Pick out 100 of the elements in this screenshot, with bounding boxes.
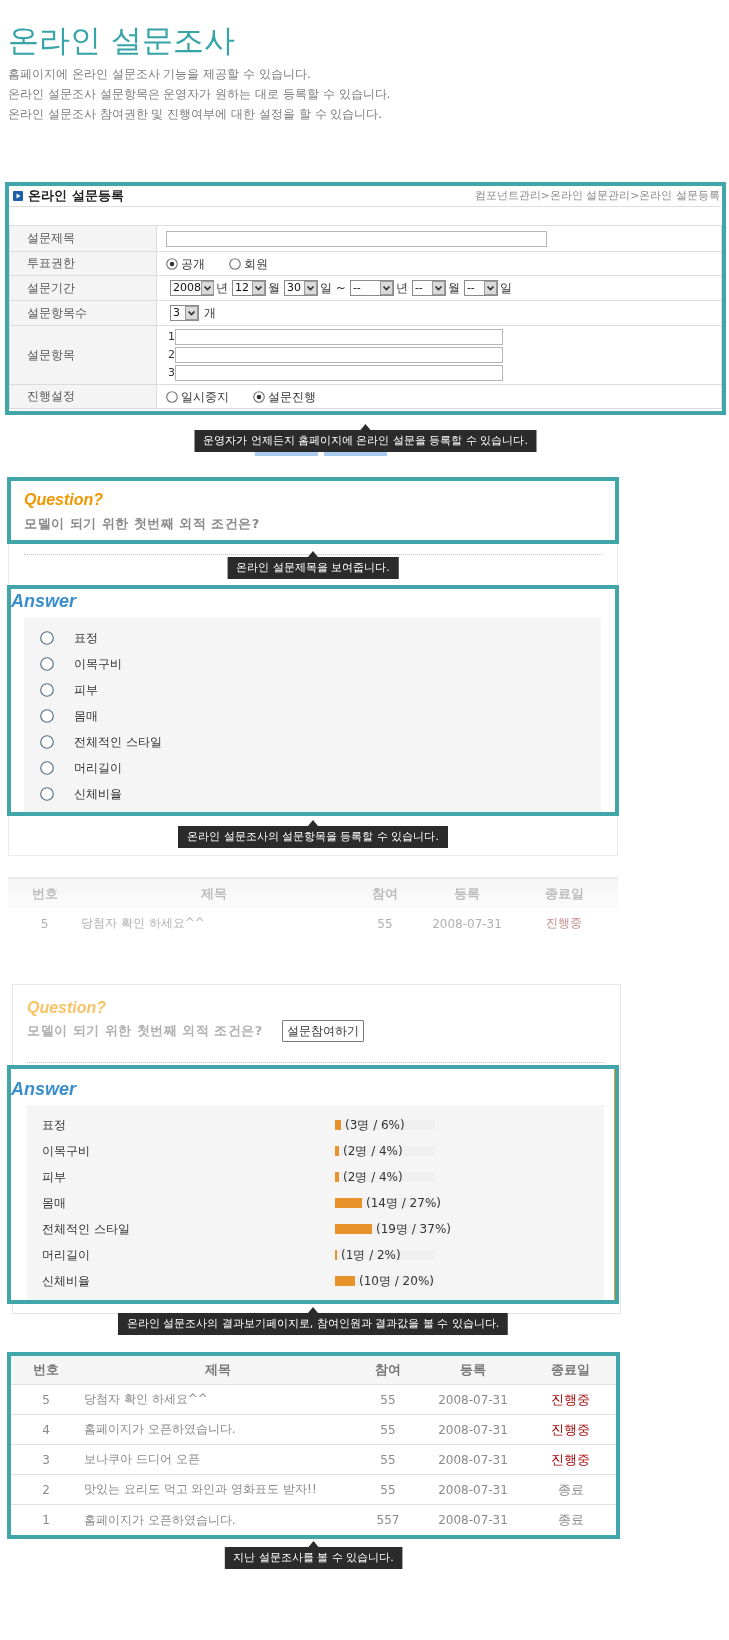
option-label: 표정: [74, 630, 98, 646]
tooltip: 온라인 설문조사의 설문항목을 등록할 수 있습니다.: [178, 820, 448, 848]
radio-button[interactable]: [40, 709, 54, 723]
table-cell-text: 4: [41, 1422, 51, 1437]
radio-button[interactable]: [40, 631, 54, 645]
chevron-down-icon: [304, 281, 317, 295]
column-header: 등록: [453, 884, 481, 903]
dropdown[interactable]: 30: [284, 280, 318, 296]
text-field[interactable]: [175, 329, 503, 345]
form-title: 온라인 설문등록: [28, 187, 124, 205]
option-label: 전체적인 스타일: [74, 734, 162, 750]
unit-label: 개: [204, 305, 216, 321]
table-cell-text: 2008-07-31: [437, 1392, 509, 1407]
option-label: 이목구비: [74, 656, 122, 672]
survey-title-link[interactable]: 맛있는 요리도 먹고 와인과 영화표도 받자!!: [81, 1481, 355, 1498]
result-count: (10명 / 20%): [359, 1272, 434, 1290]
table-cell-text: 2008-07-31: [437, 1482, 509, 1497]
unit-label: 월: [447, 280, 460, 296]
result-count: (3명 / 6%): [345, 1116, 405, 1134]
page-title: 온라인 설문조사: [8, 21, 236, 60]
table-cell-text: 2008-07-31: [437, 1422, 509, 1437]
result-label: 표정: [42, 1116, 67, 1134]
dropdown[interactable]: --: [349, 280, 394, 296]
option-label: 몸매: [74, 708, 98, 724]
field-label: 설문기간: [10, 276, 157, 300]
text-field[interactable]: [175, 347, 503, 363]
text-field[interactable]: [175, 365, 503, 381]
field-label: 설문항목수: [10, 301, 157, 325]
radio-button[interactable]: [40, 657, 54, 671]
survey-title-link[interactable]: 홈페이지가 오픈하였습니다.: [81, 1511, 355, 1529]
radio-button[interactable]: [253, 390, 265, 403]
survey-title-link[interactable]: 보나쿠아 드디어 오픈: [81, 1451, 355, 1468]
answer-heading: Answer: [11, 591, 78, 611]
option-label: 신체비율: [74, 786, 122, 802]
table-cell-text: 2008-07-31: [437, 1452, 509, 1467]
chevron-down-icon: [185, 306, 198, 320]
column-header: 등록: [459, 1361, 487, 1379]
option-label: 머리길이: [74, 760, 122, 776]
field-label: 진행설정: [10, 385, 157, 408]
radio-button[interactable]: [40, 683, 54, 697]
dropdown[interactable]: 12: [232, 280, 266, 296]
survey-title-link[interactable]: 홈페이지가 오픈하였습니다.: [81, 1421, 355, 1438]
radio-button[interactable]: [40, 787, 54, 801]
dropdown[interactable]: 2008: [170, 280, 214, 296]
chevron-down-icon: [252, 281, 265, 295]
question-text: 모델이 되기 위한 첫번째 외적 조건은?: [27, 1022, 263, 1040]
tooltip: 운영자가 언제든지 홈페이지에 온라인 설문을 등록할 수 있습니다.: [194, 424, 537, 452]
unit-label: 일 ~: [320, 280, 346, 296]
table-cell-text: 55: [379, 1392, 397, 1407]
table-cell-text: 55: [379, 1422, 397, 1437]
option-label: 일시중지: [181, 388, 229, 405]
tooltip: 온라인 설문조사의 결과보기페이지로, 참여인원과 결과값을 볼 수 있습니다.: [117, 1307, 509, 1335]
table-cell-text: 55: [379, 1452, 397, 1467]
radio-button[interactable]: [40, 761, 54, 775]
result-count: (2명 / 4%): [343, 1168, 403, 1186]
chevron-down-icon: [483, 281, 497, 295]
result-label: 전체적인 스타일: [42, 1220, 131, 1238]
column-header: 종료일: [543, 884, 585, 903]
column-header: 번호: [30, 884, 59, 903]
table-cell-text: 2: [41, 1482, 51, 1497]
status-text: 진행중: [550, 1390, 591, 1409]
table-cell-text: 557: [375, 1513, 401, 1527]
tooltip: 지난 설문조사를 볼 수 있습니다.: [224, 1541, 403, 1569]
unit-label: 년: [216, 280, 228, 296]
dropdown[interactable]: --: [411, 280, 446, 296]
table-cell-text: 5: [39, 916, 50, 931]
question-text: 모델이 되기 위한 첫번째 외적 조건은?: [24, 515, 261, 533]
unit-label: 년: [395, 280, 408, 296]
text-field[interactable]: [166, 230, 547, 247]
description-text: 홈페이지에 온라인 설문조사 기능을 제공할 수 있습니다.: [8, 66, 312, 83]
table-cell-text: 당첨자 확인 하세요^^: [81, 915, 206, 932]
join-survey-button[interactable]: 설문참여하기: [281, 1020, 364, 1042]
table-cell-text: 55: [376, 916, 394, 931]
chevron-down-icon: [431, 281, 445, 295]
chevron-down-icon: [201, 281, 214, 295]
result-label: 몸매: [42, 1194, 67, 1212]
radio-button[interactable]: [40, 735, 54, 749]
survey-title-link[interactable]: 당첨자 확인 하세요^^: [81, 1391, 355, 1408]
column-header: 참여: [371, 884, 399, 903]
item-number: 1: [168, 329, 175, 345]
chevron-down-icon: [379, 281, 393, 295]
option-label: 공개: [181, 255, 205, 272]
breadcrumb: 컴포넌트관리>온라인 설문관리>온라인 설문등록: [474, 188, 720, 204]
unit-label: 월: [268, 280, 280, 296]
radio-button[interactable]: [229, 257, 241, 270]
field-label: 설문항목: [10, 326, 157, 384]
result-label: 머리길이: [42, 1246, 91, 1264]
table-cell-text: 55: [379, 1482, 397, 1497]
triangle-bullet-icon: [13, 191, 23, 201]
table-cell-text: 3: [41, 1452, 51, 1467]
radio-button[interactable]: [166, 390, 178, 403]
result-label: 신체비율: [42, 1272, 91, 1290]
field-label: 설문제목: [10, 226, 157, 251]
description-text: 온라인 설문조사 참여권한 및 진행여부에 대한 설정을 할 수 있습니다.: [8, 106, 384, 123]
dropdown[interactable]: --: [463, 280, 498, 296]
field-label: 투표권한: [10, 252, 157, 275]
column-header: 제목: [199, 884, 228, 903]
dropdown[interactable]: 3: [170, 305, 199, 321]
status-text: 종료: [556, 1511, 585, 1529]
radio-button[interactable]: [166, 257, 178, 270]
